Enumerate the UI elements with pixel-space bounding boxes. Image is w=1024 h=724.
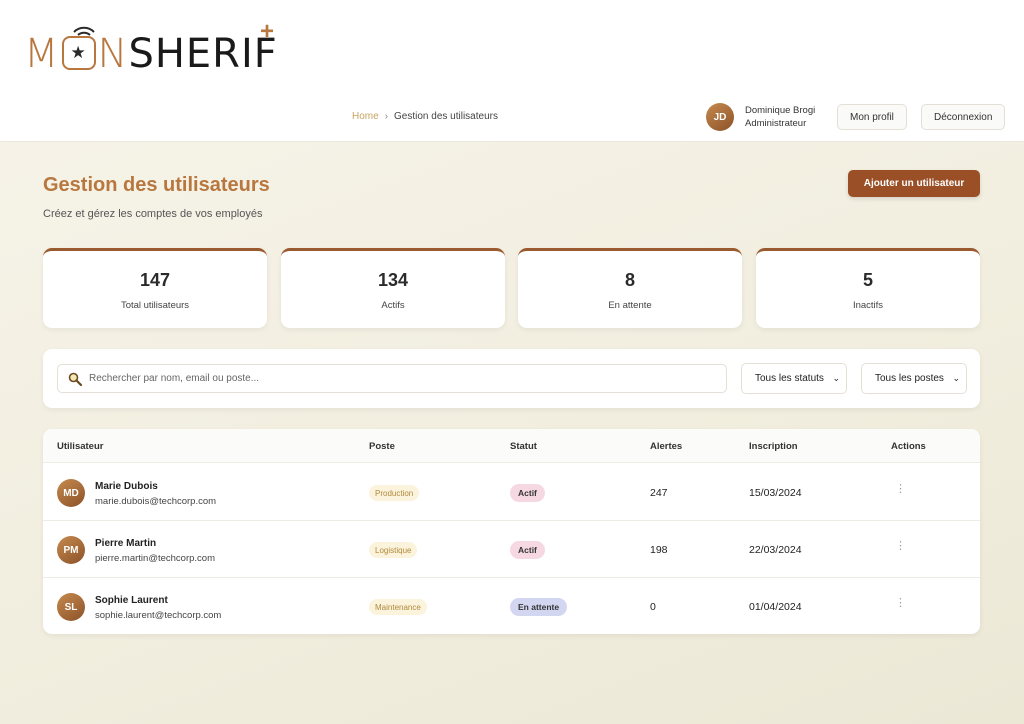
- column-header-poste[interactable]: Poste: [369, 441, 395, 452]
- signal-icon: [72, 26, 95, 36]
- status-filter-value: Tous les statuts: [755, 373, 824, 384]
- users-table: Utilisateur Poste Statut Alertes Inscrip…: [43, 429, 980, 634]
- row-avatar: MD: [57, 479, 85, 507]
- stat-value: 8: [624, 270, 635, 290]
- row-avatar: SL: [57, 593, 85, 621]
- poste-filter-value: Tous les postes: [875, 373, 944, 384]
- row-user-name: Sophie Laurent: [95, 595, 168, 606]
- poste-filter-select[interactable]: Tous les postes ⌄: [861, 363, 967, 394]
- stat-value: 5: [862, 270, 873, 290]
- search-box[interactable]: [57, 364, 727, 393]
- column-header-utilisateur[interactable]: Utilisateur: [57, 441, 103, 452]
- table-row[interactable]: SL Sophie Laurent sophie.laurent@techcor…: [43, 578, 980, 634]
- page-subtitle: Créez et gérez les comptes de vos employ…: [43, 208, 263, 220]
- user-info-box: JD Dominique Brogi Administrateur: [706, 103, 815, 131]
- stat-label: Inactifs: [852, 300, 884, 311]
- stat-value: 147: [139, 270, 171, 290]
- user-name: Dominique Brogi: [745, 105, 816, 116]
- breadcrumb-home-link[interactable]: Home: [352, 111, 379, 122]
- star-icon: ★: [70, 43, 87, 63]
- row-user-email: sophie.laurent@techcorp.com: [95, 610, 222, 621]
- row-signup-date: 15/03/2024: [749, 487, 802, 499]
- more-actions-icon[interactable]: ⋮: [895, 541, 906, 552]
- row-signup-date: 01/04/2024: [749, 601, 802, 613]
- search-icon: [68, 372, 82, 386]
- breadcrumb: Home › Gestion des utilisateurs: [352, 111, 498, 122]
- column-header-statut[interactable]: Statut: [510, 441, 537, 452]
- stat-card-en-attente: 8 En attente: [518, 248, 742, 328]
- row-alert-count: 247: [650, 487, 668, 499]
- logo-letter-m: M: [24, 31, 60, 77]
- row-signup-date: 22/03/2024: [749, 544, 802, 556]
- row-avatar: PM: [57, 536, 85, 564]
- chevron-down-icon: ⌄: [832, 373, 840, 383]
- more-actions-icon[interactable]: ⋮: [895, 598, 906, 609]
- stat-label: Actifs: [381, 300, 405, 311]
- logo-badge-icon: ★: [61, 26, 96, 70]
- table-row[interactable]: MD Marie Dubois marie.dubois@techcorp.co…: [43, 464, 980, 521]
- stat-label: En attente: [608, 300, 652, 311]
- poste-badge: Logistique: [369, 542, 418, 558]
- table-row[interactable]: PM Pierre Martin pierre.martin@techcorp.…: [43, 521, 980, 578]
- row-alert-count: 0: [650, 601, 656, 613]
- stat-card-total: 147 Total utilisateurs: [43, 248, 267, 328]
- row-user-name: Pierre Martin: [95, 538, 157, 549]
- column-header-inscription[interactable]: Inscription: [749, 441, 798, 452]
- user-role: Administrateur: [745, 118, 807, 129]
- logout-button[interactable]: Déconnexion: [921, 104, 1006, 130]
- status-badge: Actif: [510, 484, 545, 502]
- logo-wordmark: M ★ N SHERIF: [24, 26, 278, 77]
- logo-letter-n: N: [97, 31, 129, 77]
- status-badge: Actif: [510, 541, 545, 559]
- row-user-email: marie.dubois@techcorp.com: [95, 496, 217, 507]
- search-input[interactable]: [89, 373, 689, 384]
- table-header: Utilisateur Poste Statut Alertes Inscrip…: [43, 429, 980, 463]
- chevron-down-icon: ⌄: [952, 373, 960, 383]
- logo-sherif: SHERIF: [128, 31, 278, 77]
- profile-button[interactable]: Mon profil: [837, 104, 907, 130]
- poste-badge: Production: [369, 485, 420, 501]
- logo-plus-icon: +: [260, 18, 275, 45]
- page-title: Gestion des utilisateurs: [43, 174, 270, 196]
- add-user-button[interactable]: Ajouter un utilisateur: [848, 170, 980, 197]
- row-alert-count: 198: [650, 544, 668, 556]
- filter-panel: Tous les statuts ⌄ Tous les postes ⌄: [43, 349, 980, 408]
- stat-label: Total utilisateurs: [120, 300, 190, 311]
- stat-card-inactifs: 5 Inactifs: [756, 248, 980, 328]
- top-header: M ★ N SHERIF + Home › Gestion des utilis…: [0, 0, 1024, 142]
- column-header-actions: Actions: [891, 441, 926, 452]
- row-user-name: Marie Dubois: [95, 481, 158, 492]
- user-details: Dominique Brogi Administrateur: [745, 104, 815, 130]
- monsherif-logo[interactable]: M ★ N SHERIF +: [24, 18, 304, 76]
- stat-card-actifs: 134 Actifs: [281, 248, 505, 328]
- breadcrumb-current: Gestion des utilisateurs: [394, 111, 498, 122]
- more-actions-icon[interactable]: ⋮: [895, 484, 906, 495]
- status-badge: En attente: [510, 598, 568, 616]
- row-user-email: pierre.martin@techcorp.com: [95, 553, 215, 564]
- stat-value: 134: [377, 270, 409, 290]
- status-filter-select[interactable]: Tous les statuts ⌄: [741, 363, 847, 394]
- breadcrumb-separator: ›: [384, 111, 389, 122]
- poste-badge: Maintenance: [369, 599, 427, 615]
- user-avatar[interactable]: JD: [706, 103, 734, 131]
- column-header-alertes[interactable]: Alertes: [650, 441, 682, 452]
